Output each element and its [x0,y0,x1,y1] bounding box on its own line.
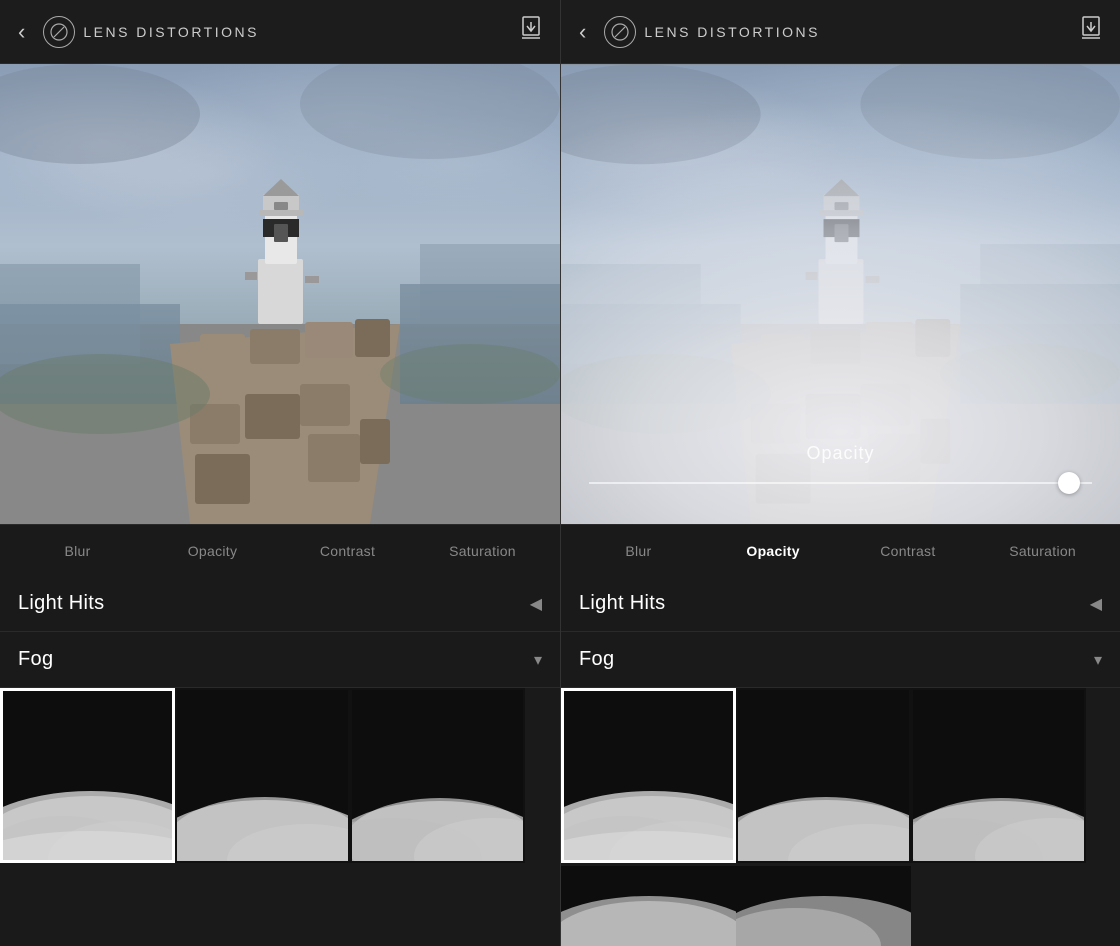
left-list-row-fog[interactable]: Fog ▾ [0,632,560,688]
left-thumb-3[interactable] [350,688,525,863]
left-header: ‹ LENS DISTORTIONS [0,0,560,64]
left-thumbnails-row [0,688,560,946]
left-photo [0,64,560,524]
right-logo-area: LENS DISTORTIONS [604,16,820,48]
right-bottom-section: Light Hits ◀ Fog ▾ [561,576,1120,946]
right-light-hits-label: Light Hits [579,592,665,615]
left-panel: ‹ LENS DISTORTIONS [0,0,560,946]
left-thumb-1[interactable] [0,688,175,863]
left-tab-saturation[interactable]: Saturation [415,533,550,569]
right-thumbnails-row [561,688,1120,866]
right-thumb-small-1[interactable] [561,866,736,946]
left-back-button[interactable]: ‹ [18,21,25,43]
right-header-left: ‹ LENS DISTORTIONS [579,16,820,48]
right-tab-blur[interactable]: Blur [571,533,706,569]
right-thumb-2[interactable] [736,688,911,863]
right-download-button[interactable] [1080,16,1102,48]
left-thumb-2[interactable] [175,688,350,863]
right-thumb-3[interactable] [911,688,1086,863]
right-tab-saturation[interactable]: Saturation [975,533,1110,569]
left-tabs-bar: Blur Opacity Contrast Saturation [0,524,560,576]
left-list-row-light-hits[interactable]: Light Hits ◀ [0,576,560,632]
right-header: ‹ LENS DISTORTIONS [561,0,1120,64]
opacity-slider-track[interactable] [589,482,1092,484]
left-tab-opacity[interactable]: Opacity [145,533,280,569]
right-tab-opacity[interactable]: Opacity [706,533,841,569]
left-app-name: LENS DISTORTIONS [83,24,259,40]
right-app-name: LENS DISTORTIONS [644,24,820,40]
right-thumb-small-2[interactable] [736,866,911,946]
left-download-button[interactable] [520,16,542,48]
left-logo-area: LENS DISTORTIONS [43,16,259,48]
right-back-button[interactable]: ‹ [579,21,586,43]
left-tab-blur[interactable]: Blur [10,533,145,569]
right-fog-label: Fog [579,648,614,671]
opacity-slider-thumb[interactable] [1058,472,1080,494]
opacity-label: Opacity [806,443,874,464]
right-list-row-light-hits[interactable]: Light Hits ◀ [561,576,1120,632]
left-light-hits-label: Light Hits [18,592,104,615]
left-header-left: ‹ LENS DISTORTIONS [18,16,259,48]
left-bottom-section: Light Hits ◀ Fog ▾ [0,576,560,946]
right-photo: Opacity [561,64,1120,524]
right-thumb-1[interactable] [561,688,736,863]
right-light-hits-icon: ◀ [1090,594,1102,614]
right-thumbnails-row-2 [561,866,1120,946]
left-logo-icon [43,16,75,48]
opacity-slider-track-container [589,482,1092,484]
right-list-row-fog[interactable]: Fog ▾ [561,632,1120,688]
right-tabs-bar: Blur Opacity Contrast Saturation [561,524,1120,576]
left-light-hits-icon: ◀ [530,594,542,614]
left-fog-label: Fog [18,648,53,671]
right-logo-icon [604,16,636,48]
left-fog-icon: ▾ [534,650,542,670]
right-panel: ‹ LENS DISTORTIONS [560,0,1120,946]
right-tab-contrast[interactable]: Contrast [841,533,976,569]
left-tab-contrast[interactable]: Contrast [280,533,415,569]
opacity-slider-overlay: Opacity [561,64,1120,524]
right-fog-icon: ▾ [1094,650,1102,670]
